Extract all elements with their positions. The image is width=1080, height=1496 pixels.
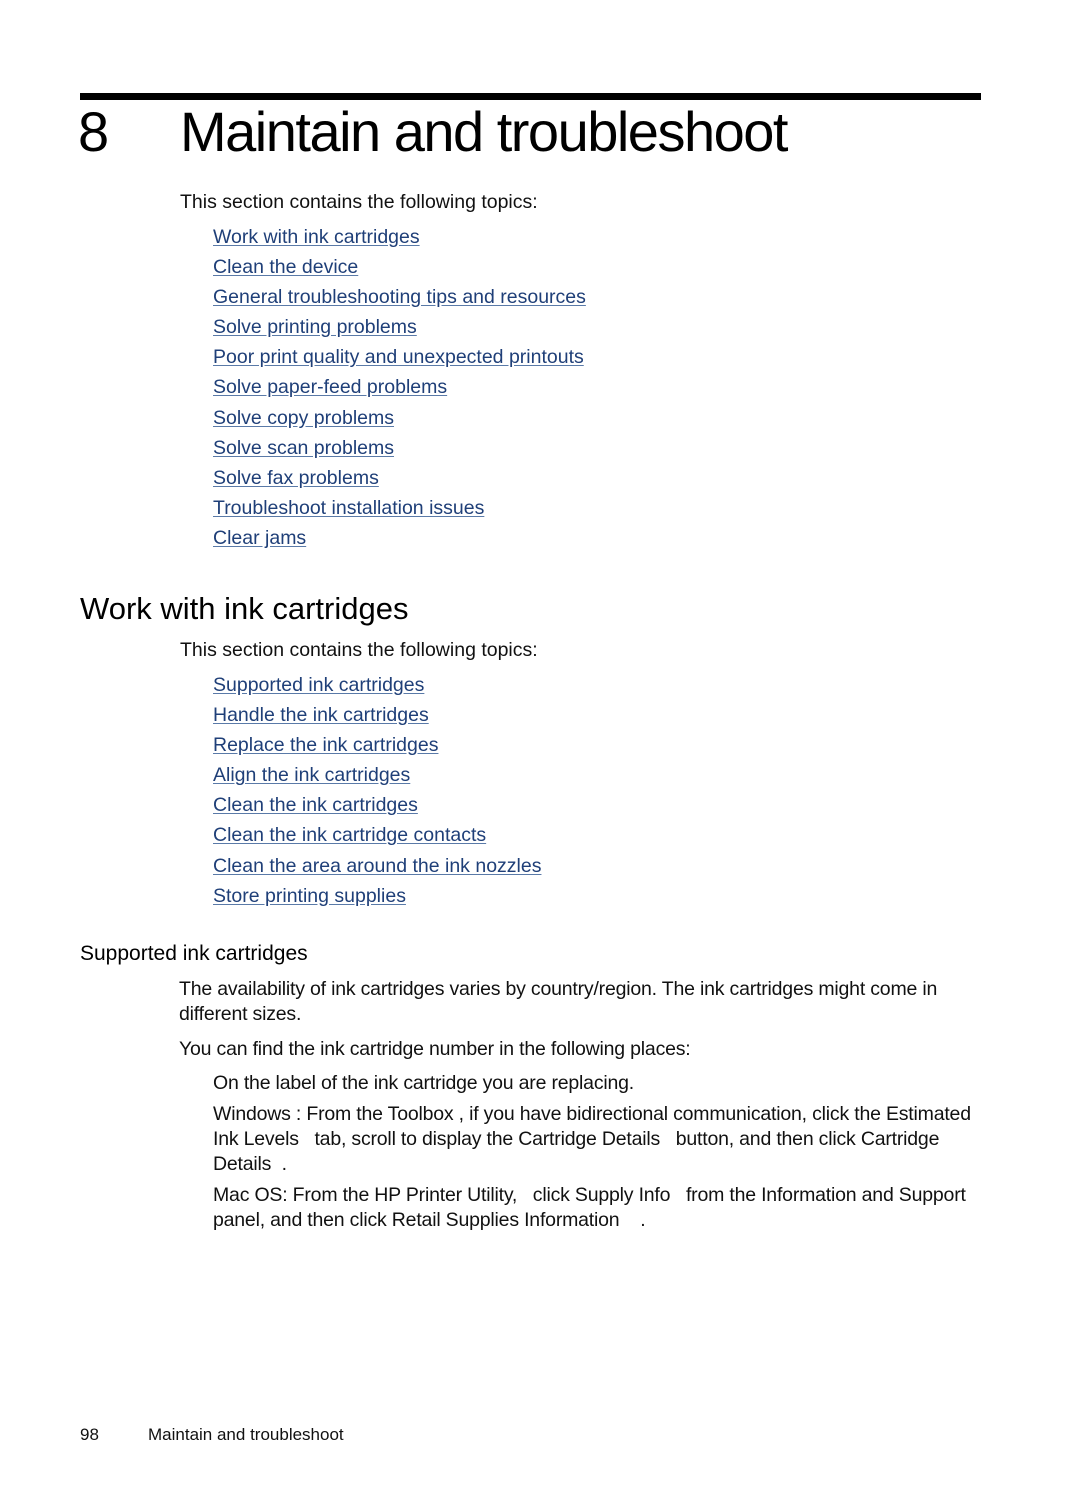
list-item: Poor print quality and unexpected printo…	[213, 345, 586, 375]
topic-link-general-troubleshooting[interactable]: General troubleshooting tips and resourc…	[213, 286, 586, 308]
topic-link-clean-the-device[interactable]: Clean the device	[213, 256, 358, 278]
topic-link-clear-jams[interactable]: Clear jams	[213, 527, 306, 549]
chapter-heading: 8 Maintain and troubleshoot	[78, 100, 788, 164]
list-item: Store printing supplies	[213, 884, 541, 914]
section-intro: This section contains the following topi…	[180, 639, 538, 661]
list-item: Solve scan problems	[213, 436, 586, 466]
list-item: Solve printing problems	[213, 315, 586, 345]
list-item: Supported ink cartridges	[213, 673, 541, 703]
list-item: Troubleshoot installation issues	[213, 496, 586, 526]
topic-link-work-with-ink-cartridges[interactable]: Work with ink cartridges	[213, 226, 420, 248]
topic-link-align-ink-cartridges[interactable]: Align the ink cartridges	[213, 764, 410, 786]
location-item-windows: Windows : From the Toolbox , if you have…	[213, 1103, 977, 1175]
topic-link-clean-cartridge-contacts[interactable]: Clean the ink cartridge contacts	[213, 824, 486, 846]
footer-running-title: Maintain and troubleshoot	[148, 1425, 344, 1444]
topic-link-solve-copy-problems[interactable]: Solve copy problems	[213, 407, 394, 429]
list-item: Clean the area around the ink nozzles	[213, 854, 541, 884]
topic-link-solve-scan-problems[interactable]: Solve scan problems	[213, 437, 394, 459]
list-item: Solve paper-feed problems	[213, 375, 586, 405]
list-item: Clear jams	[213, 526, 586, 556]
topic-link-poor-print-quality[interactable]: Poor print quality and unexpected printo…	[213, 346, 584, 368]
topic-link-supported-ink-cartridges[interactable]: Supported ink cartridges	[213, 674, 424, 696]
location-item-mac: Mac OS: From the HP Printer Utility, cli…	[213, 1184, 977, 1231]
list-item: Handle the ink cartridges	[213, 703, 541, 733]
chapter-title: Maintain and troubleshoot	[180, 100, 788, 163]
location-item-label: On the label of the ink cartridge you ar…	[213, 1072, 635, 1094]
subsection-heading: Supported ink cartridges	[80, 942, 308, 965]
list-item: Align the ink cartridges	[213, 763, 541, 793]
topic-link-solve-printing-problems[interactable]: Solve printing problems	[213, 316, 417, 338]
topic-link-troubleshoot-installation[interactable]: Troubleshoot installation issues	[213, 497, 484, 519]
section-heading: Work with ink cartridges	[80, 591, 409, 626]
topic-link-solve-fax-problems[interactable]: Solve fax problems	[213, 467, 379, 489]
locations-paragraph: You can find the ink cartridge number in…	[179, 1038, 691, 1060]
availability-paragraph: The availability of ink cartridges varie…	[179, 978, 938, 1025]
list-item: Solve copy problems	[213, 406, 586, 436]
list-item: Clean the ink cartridge contacts	[213, 823, 541, 853]
chapter-intro: This section contains the following topi…	[180, 191, 538, 213]
list-item: Solve fax problems	[213, 466, 586, 496]
topic-link-solve-paper-feed-problems[interactable]: Solve paper-feed problems	[213, 376, 447, 398]
list-item: Replace the ink cartridges	[213, 733, 541, 763]
topic-link-replace-ink-cartridges[interactable]: Replace the ink cartridges	[213, 734, 438, 756]
chapter-rule	[80, 93, 981, 100]
list-item: Work with ink cartridges	[213, 225, 586, 255]
topic-link-clean-area-around-nozzles[interactable]: Clean the area around the ink nozzles	[213, 855, 541, 877]
footer-page-number: 98	[80, 1425, 99, 1444]
section-topic-list: Supported ink cartridges Handle the ink …	[213, 673, 541, 914]
topic-link-store-printing-supplies[interactable]: Store printing supplies	[213, 885, 406, 907]
list-item: General troubleshooting tips and resourc…	[213, 285, 586, 315]
list-item: Clean the ink cartridges	[213, 793, 541, 823]
topic-link-handle-ink-cartridges[interactable]: Handle the ink cartridges	[213, 704, 429, 726]
chapter-number: 8	[78, 100, 109, 163]
chapter-topic-list: Work with ink cartridges Clean the devic…	[213, 225, 586, 556]
list-item: Clean the device	[213, 255, 586, 285]
topic-link-clean-ink-cartridges[interactable]: Clean the ink cartridges	[213, 794, 418, 816]
